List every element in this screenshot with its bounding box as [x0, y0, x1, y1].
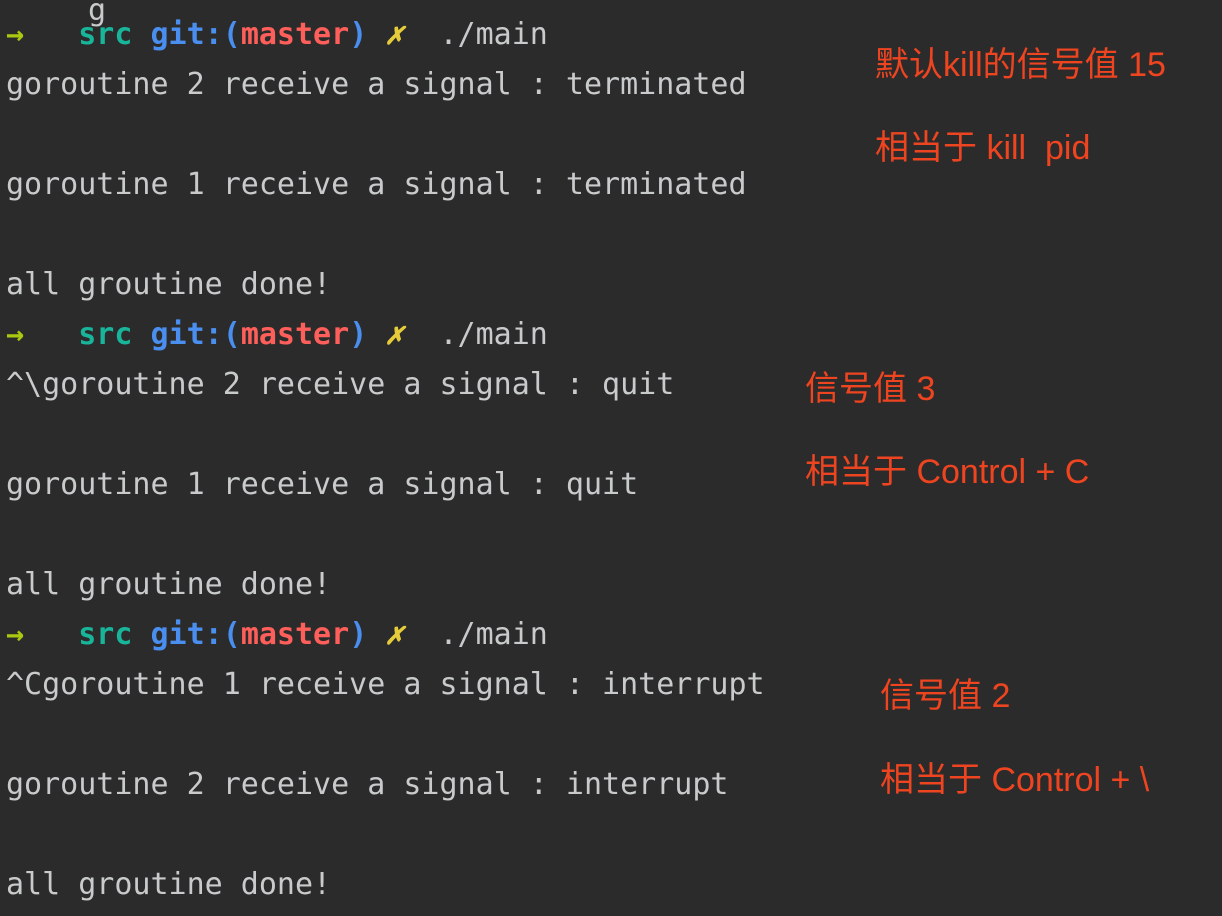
prompt-fail-icon: ✗ — [385, 617, 404, 652]
prompt-arrow-icon: → — [6, 317, 25, 352]
prompt-paren-open: ( — [222, 17, 241, 52]
annotation-sigterm-equivalent: 相当于 kill pid — [875, 129, 1091, 167]
prompt-gap-2 — [403, 317, 439, 352]
prompt-line-3[interactable]: → src git:(master) ✗ ./main — [0, 610, 548, 660]
prompt-command: ./main — [439, 317, 548, 352]
prompt-arrow-icon: → — [6, 17, 25, 52]
output-line: goroutine 2 receive a signal : terminate… — [6, 67, 747, 102]
prompt-paren-open: ( — [222, 317, 241, 352]
prompt-command: ./main — [439, 17, 548, 52]
prompt-space-2 — [367, 17, 385, 52]
annotation-sigterm-value: 默认kill的信号值 15 — [875, 46, 1166, 84]
annotation-sigint-value: 信号值 2 — [880, 677, 1011, 715]
prompt-directory: src — [78, 317, 133, 352]
prompt-gap-2 — [403, 17, 439, 52]
prompt-paren-open: ( — [222, 617, 241, 652]
prompt-git-label: git: — [150, 317, 223, 352]
prompt-git-label: git: — [150, 617, 223, 652]
prompt-arrow-icon: → — [6, 617, 25, 652]
output-line: all groutine done! — [6, 267, 332, 302]
annotation-sigquit-equivalent: 相当于 Control + C — [805, 453, 1090, 491]
prompt-branch-name: master — [240, 17, 350, 52]
terminal-window: g → src git:(master) ✗ ./main goroutine … — [0, 0, 1222, 916]
prompt-line-2[interactable]: → src git:(master) ✗ ./main — [0, 310, 548, 360]
prompt-command: ./main — [439, 617, 548, 652]
prompt-fail-icon: ✗ — [385, 317, 404, 352]
prompt-branch-name: master — [240, 317, 350, 352]
output-line: all groutine done! — [6, 567, 332, 602]
prompt-gap — [24, 17, 78, 52]
prompt-space-2 — [367, 317, 385, 352]
prompt-fail-icon: ✗ — [385, 17, 404, 52]
prompt-branch-name: master — [240, 617, 350, 652]
output-line: goroutine 1 receive a signal : terminate… — [6, 167, 747, 202]
output-line: goroutine 1 receive a signal : quit — [6, 467, 639, 502]
prompt-git-label: git: — [150, 17, 223, 52]
prompt-directory: src — [78, 617, 133, 652]
prompt-gap — [24, 317, 78, 352]
prompt-gap — [24, 617, 78, 652]
annotation-sigint-equivalent: 相当于 Control + \ — [880, 761, 1150, 799]
prompt-line-1[interactable]: → src git:(master) ✗ ./main — [0, 10, 548, 60]
annotation-sigquit-value: 信号值 3 — [805, 370, 936, 408]
prompt-paren-close: ) — [349, 617, 368, 652]
terminal-output[interactable]: → src git:(master) ✗ ./main goroutine 2 … — [0, 0, 880, 916]
output-line: ^Cgoroutine 1 receive a signal : interru… — [6, 667, 765, 702]
output-line: all groutine done! — [6, 867, 332, 902]
prompt-gap-2 — [403, 617, 439, 652]
prompt-paren-close: ) — [349, 317, 368, 352]
output-line: goroutine 2 receive a signal : interrupt — [6, 767, 729, 802]
prompt-paren-close: ) — [349, 17, 368, 52]
prompt-directory: src — [78, 17, 133, 52]
prompt-space-2 — [367, 617, 385, 652]
output-line: ^\goroutine 2 receive a signal : quit — [6, 367, 675, 402]
